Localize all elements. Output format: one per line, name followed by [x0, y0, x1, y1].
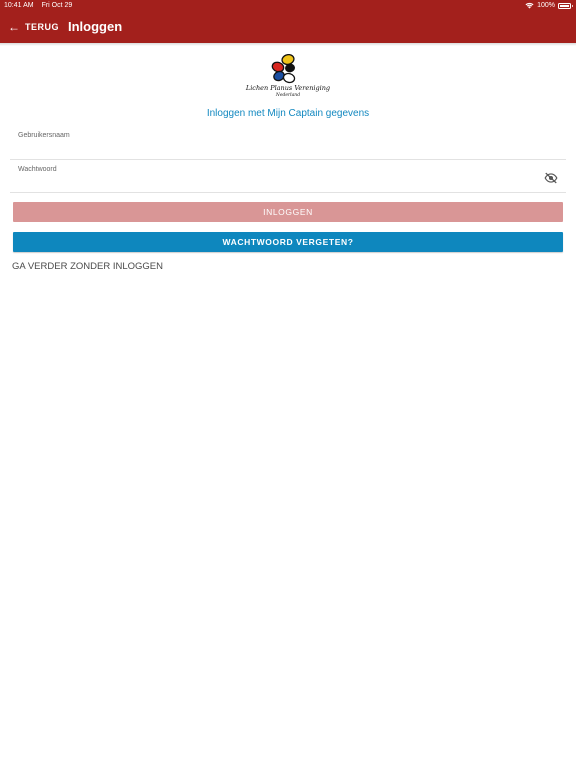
eye-off-icon[interactable] — [544, 172, 558, 184]
page-title: Inloggen — [68, 19, 123, 34]
password-field: Wachtwoord — [10, 162, 566, 193]
arrow-left-icon: ← — [8, 20, 20, 34]
password-label: Wachtwoord — [18, 166, 57, 173]
battery-percentage: 100% — [537, 2, 555, 9]
wifi-icon — [525, 2, 534, 9]
logo-subtext: Nederland — [275, 93, 301, 98]
back-label: TERUG — [25, 22, 59, 32]
forgot-password-button[interactable]: WACHTWOORD VERGETEN? — [13, 232, 563, 252]
battery-icon — [558, 2, 573, 9]
back-button[interactable]: ← TERUG — [8, 11, 59, 43]
app-bar: ← TERUG Inloggen — [0, 11, 576, 43]
login-button[interactable]: INLOGGEN — [13, 202, 563, 222]
username-field: Gebruikersnaam — [10, 128, 566, 160]
status-date: Fri Oct 29 — [41, 2, 73, 9]
status-time-date: 10:41 AM Fri Oct 29 — [4, 0, 80, 11]
logo: Lichen Planus Vereniging Nederland — [244, 54, 332, 100]
logo-text: Lichen Planus Vereniging — [245, 84, 331, 92]
username-label: Gebruikersnaam — [18, 132, 70, 139]
login-heading: Inloggen met Mijn Captain gegevens — [206, 108, 370, 119]
logo-mark-icon — [271, 54, 296, 84]
password-input[interactable] — [18, 178, 536, 192]
status-bar: 10:41 AM Fri Oct 29 100% — [0, 0, 576, 11]
status-time: 10:41 AM — [4, 2, 34, 9]
status-indicators: 100% — [525, 0, 573, 11]
continue-without-login-link[interactable]: GA VERDER ZONDER INLOGGEN — [12, 261, 163, 272]
app-bar-shadow — [0, 43, 576, 46]
username-input[interactable] — [18, 144, 536, 158]
